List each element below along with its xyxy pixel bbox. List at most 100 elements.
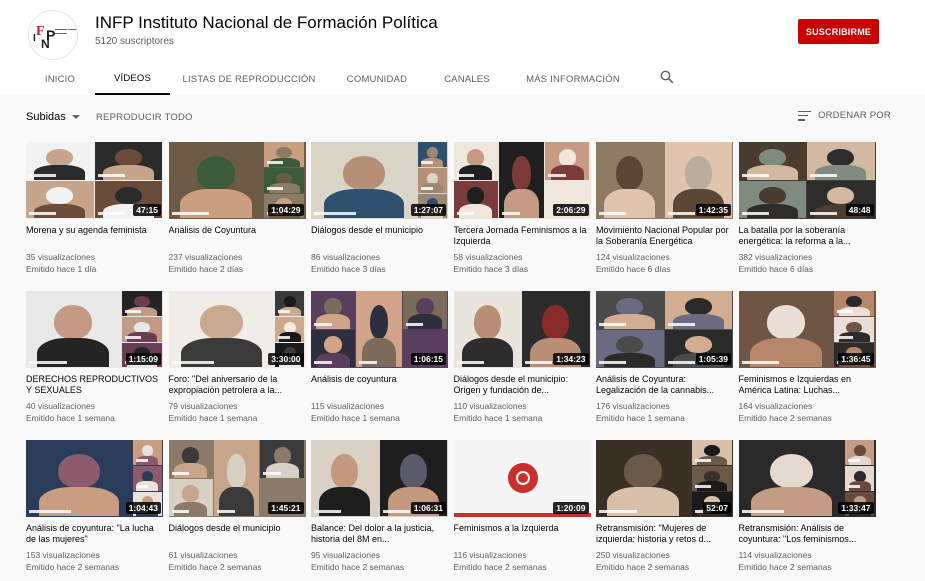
sort-dropdown[interactable]: Subidas <box>26 111 80 123</box>
video-card[interactable]: 48:48 La batalla por la soberanía energét… <box>738 142 876 282</box>
tab-mas-informacion[interactable]: MÁS INFORMACIÓN <box>518 64 628 95</box>
video-card[interactable]: 47:15 Morena y su agenda feminista 35 visu… <box>26 142 163 282</box>
participant-tile <box>168 142 264 218</box>
name-tag <box>171 510 190 513</box>
video-card[interactable]: 2:06:29 Tercera Jornada Feminismos a la I… <box>453 142 591 282</box>
video-title[interactable]: Tercera Jornada Feminismos a la Izquierd… <box>454 225 591 246</box>
video-thumbnail[interactable]: 1:04:43 <box>26 440 163 517</box>
video-card[interactable]: 1:06:15 Análisis de coyuntura 115 visualiz… <box>311 291 448 431</box>
person-body <box>746 165 798 180</box>
video-thumbnail[interactable]: 1:33:47 <box>738 440 876 517</box>
video-thumbnail[interactable]: 1:27:07 <box>311 142 448 219</box>
video-card[interactable]: 1:27:07 Diálogos desde el municipio 86 vis… <box>311 142 448 282</box>
person-head <box>770 453 813 488</box>
name-tag <box>124 335 141 339</box>
video-card[interactable]: 1:04:43 Análisis de coyuntura: "La lucha … <box>26 440 163 580</box>
video-title[interactable]: La batalla por la soberanía energética: … <box>739 225 876 246</box>
name-tag <box>29 173 56 177</box>
search-icon[interactable] <box>660 70 674 84</box>
person-head <box>284 295 296 307</box>
video-thumbnail[interactable]: 48:48 <box>738 142 876 219</box>
video-thumbnail[interactable]: 1:36:45 <box>738 291 876 368</box>
tab-canales[interactable]: CANALES <box>436 64 498 95</box>
video-title[interactable]: Morena y su agenda feminista <box>26 225 163 236</box>
video-title[interactable]: Balance: Del dolor a la justicia, histor… <box>311 523 448 544</box>
video-thumbnail[interactable]: 1:45:21 <box>168 440 306 517</box>
video-card[interactable]: 1:15:09 DERECHOS REPRODUCTIVOS Y SEXUALES… <box>26 291 163 431</box>
video-card[interactable]: 1:04:29 Análisis de Coyuntura 237 visualiz… <box>168 142 306 282</box>
video-title[interactable]: Diálogos desde el municipio <box>169 523 306 534</box>
order-by-label: ORDENAR POR <box>818 110 891 121</box>
video-date: Emitido hace 1 semana <box>26 413 115 423</box>
person-head <box>141 470 154 482</box>
video-title[interactable]: Análisis de coyuntura: "La lucha de las … <box>26 523 163 544</box>
name-tag <box>29 510 72 513</box>
video-title[interactable]: Movimiento Nacional Popular por la Sober… <box>596 225 733 246</box>
video-date: Emitido hace 1 semana <box>453 413 543 423</box>
video-duration: 1:20:09 <box>553 502 589 514</box>
video-thumbnail[interactable]: 3:30:00 <box>168 291 306 368</box>
video-title[interactable]: Feminismos a la Izquierda <box>454 523 591 534</box>
participant-tile <box>94 142 162 180</box>
tab-inicio[interactable]: INICIO <box>35 64 85 95</box>
video-views: 382 visualizaciones <box>738 252 813 262</box>
video-title[interactable]: Retransmisión: "Mujeres de izquierda: hi… <box>596 523 733 544</box>
video-duration: 3:30:00 <box>268 353 304 365</box>
video-thumbnail[interactable]: 1:15:09 <box>26 291 163 368</box>
video-card[interactable]: 1:45:21 Diálogos desde el municipio 61 vis… <box>168 440 306 580</box>
video-thumbnail[interactable]: 2:06:29 <box>453 142 591 219</box>
play-all-button[interactable]: REPRODUCIR TODO <box>96 112 193 123</box>
videos-toolbar: Subidas REPRODUCIR TODO ORDENAR POR <box>0 95 925 140</box>
video-date: Emitido hace 1 semana <box>311 413 400 423</box>
video-card[interactable]: 3:30:00 Foro: "Del aniversario de la expr… <box>168 291 306 431</box>
video-card[interactable]: 1:34:23 Diálogos desde el municipio: Orig… <box>453 291 591 431</box>
video-views: 250 visualizaciones <box>596 550 670 560</box>
video-thumbnail[interactable]: 1:06:31 <box>311 440 448 517</box>
person-head <box>854 444 866 456</box>
video-duration: 1:06:15 <box>410 353 446 365</box>
tab-comunidad[interactable]: COMUNIDAD <box>338 64 416 95</box>
video-thumbnail[interactable]: 1:04:29 <box>168 142 306 219</box>
video-thumbnail[interactable]: 47:15 <box>26 142 163 219</box>
video-title[interactable]: Feminismos e Izquierdas en América Latin… <box>739 374 876 395</box>
video-views: 124 visualizaciones <box>596 252 670 262</box>
participant-tile <box>275 291 305 317</box>
video-thumbnail[interactable]: 1:20:09 <box>453 440 591 517</box>
name-tag <box>171 212 210 215</box>
video-title[interactable]: Análisis de Coyuntura <box>169 225 306 236</box>
tab-listas[interactable]: LISTAS DE REPRODUCCIÓN <box>180 64 318 95</box>
video-title[interactable]: Análisis de Coyuntura: Legalización de l… <box>596 374 733 395</box>
person-body <box>604 314 656 329</box>
sort-lines-icon <box>798 110 811 121</box>
video-card[interactable]: 1:42:35 Movimiento Nacional Popular por l… <box>596 142 733 282</box>
video-duration: 1:15:09 <box>125 353 161 365</box>
video-card[interactable]: 1:05:39 Análisis de Coyuntura: Legalizaci… <box>596 291 733 431</box>
video-thumbnail[interactable]: 1:42:35 <box>596 142 733 219</box>
person-head <box>276 146 293 158</box>
channel-avatar[interactable]: F I N P ▬▬▬▬ ▬▬▬ ▬▬▬▬ <box>28 10 78 60</box>
video-card[interactable]: 1:06:31 Balance: Del dolor a la justicia,… <box>311 440 448 580</box>
order-by-button[interactable]: ORDENAR POR <box>798 110 891 121</box>
video-title[interactable]: Análisis de coyuntura <box>311 374 448 385</box>
video-card[interactable]: 52:07 Retransmisión: "Mujeres de izquierd… <box>596 440 733 580</box>
video-card[interactable]: 1:20:09 Feminismos a la Izquierda 116 visu… <box>453 440 591 580</box>
video-title[interactable]: DERECHOS REPRODUCTIVOS Y SEXUALES <box>26 374 163 395</box>
video-thumbnail[interactable]: 1:06:15 <box>311 291 448 368</box>
video-card[interactable]: 1:36:45 Feminismos e Izquierdas en Améric… <box>738 291 876 431</box>
video-thumbnail[interactable]: 52:07 <box>596 440 733 517</box>
subscribe-button[interactable]: SUSCRIBIRME <box>798 19 879 44</box>
person-head <box>684 336 712 354</box>
video-title[interactable]: Diálogos desde el municipio: Origen y fu… <box>454 374 591 395</box>
video-card[interactable]: 1:33:47 Retransmisión: Análisis de coyunt… <box>738 440 876 580</box>
video-thumbnail[interactable]: 1:34:23 <box>453 291 591 368</box>
participant-tile <box>845 466 875 491</box>
video-title[interactable]: Foro: "Del aniversario de la expropiació… <box>169 374 306 395</box>
tab-videos[interactable]: VÍDEOS <box>95 64 170 95</box>
name-tag <box>837 310 854 314</box>
person-head <box>466 148 485 166</box>
video-title[interactable]: Diálogos desde el municipio <box>311 225 448 236</box>
video-thumbnail[interactable]: 1:05:39 <box>596 291 733 368</box>
logo-letter-p: P <box>46 27 56 43</box>
participant-tile <box>356 291 402 367</box>
video-title[interactable]: Retransmisión: Análisis de coyuntura: "L… <box>739 523 876 544</box>
